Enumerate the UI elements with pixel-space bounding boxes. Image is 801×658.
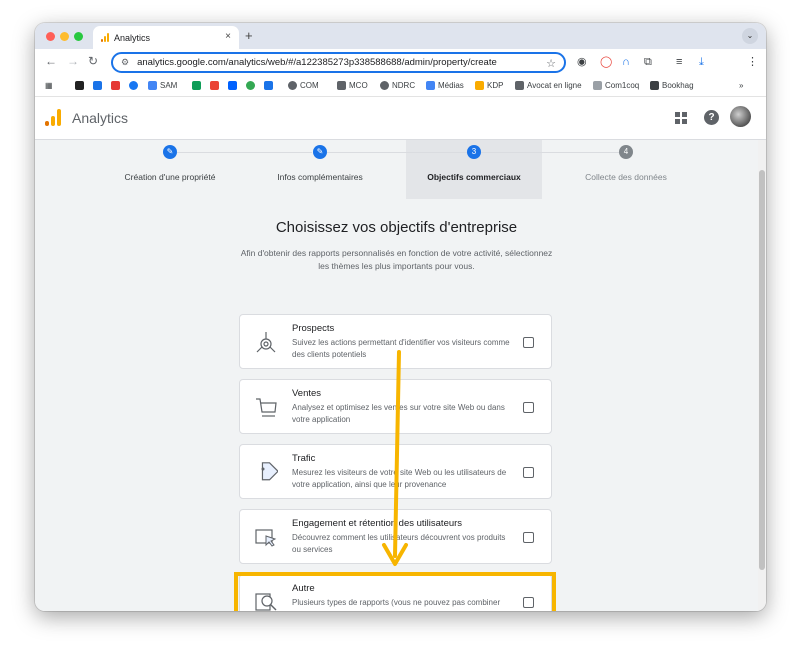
tab-close-icon[interactable]: ×	[225, 31, 231, 42]
minimize-window-button[interactable]	[60, 32, 69, 41]
site-settings-icon[interactable]: ⚙	[121, 57, 129, 68]
bookmark-com1coq[interactable]: Com1coq	[593, 81, 639, 90]
url-text: analytics.google.com/analytics/web/#/a12…	[137, 57, 497, 68]
extension-a-icon[interactable]: ◉	[577, 55, 587, 69]
browser-menu-icon[interactable]: ⋮	[747, 55, 758, 69]
more-bookmarks-icon[interactable]: »	[739, 81, 743, 90]
bookmark-avocat-en-ligne[interactable]: Avocat en ligne	[515, 81, 582, 90]
bookmark-drive-icon[interactable]	[192, 81, 201, 90]
analytics-header: Analytics ?	[35, 97, 766, 140]
tab-search-button[interactable]: ⌄	[742, 28, 758, 44]
content-scrollbar[interactable]	[758, 140, 766, 611]
account-avatar[interactable]	[730, 106, 751, 127]
browser-toolbar: ← → ↻ ⚙ analytics.google.com/analytics/w…	[35, 49, 766, 94]
address-bar[interactable]: ⚙ analytics.google.com/analytics/web/#/a…	[111, 52, 566, 73]
bookmark-facebook-icon[interactable]	[129, 81, 138, 90]
tab-strip: Analytics × + ⌄	[35, 23, 766, 49]
reload-icon[interactable]: ↻	[88, 54, 98, 68]
apps-grid-icon[interactable]	[675, 112, 687, 124]
bookmark-mco[interactable]: MCO	[337, 81, 368, 90]
bookmarks-bar: ▦ SAM COM MCO NDRC Médias KDP Avocat en …	[35, 75, 766, 97]
bookmark-dropbox-icon[interactable]	[228, 81, 237, 90]
bookmark-ndrc[interactable]: NDRC	[380, 81, 415, 90]
bookmark-sam[interactable]: SAM	[148, 81, 177, 90]
bookmark-mail-icon[interactable]	[93, 81, 102, 90]
bookmark-kdp[interactable]: KDP	[475, 81, 503, 90]
extension-arch-icon[interactable]: ∩	[622, 55, 630, 69]
analytics-favicon-icon	[101, 33, 109, 42]
bookmark-bookhag[interactable]: Bookhag	[650, 81, 694, 90]
back-arrow-icon[interactable]: ←	[45, 54, 57, 68]
bookmark-v-icon[interactable]	[264, 81, 273, 90]
zoom-window-button[interactable]	[74, 32, 83, 41]
bookmark-medias[interactable]: Médias	[426, 81, 464, 90]
tab-title: Analytics	[114, 32, 151, 43]
download-icon[interactable]: ⤓	[699, 55, 704, 69]
forward-arrow-icon[interactable]: →	[67, 54, 79, 68]
bookmark-youtube-icon[interactable]	[111, 81, 120, 90]
scrollbar-thumb[interactable]	[759, 170, 765, 570]
close-window-button[interactable]	[46, 32, 55, 41]
bookmark-gmail-icon[interactable]	[210, 81, 219, 90]
main-content: ✎ Création d'une propriété ✎ Infos compl…	[35, 140, 766, 611]
browser-tab[interactable]: Analytics ×	[93, 26, 239, 49]
bookmark-chrome-icon[interactable]	[246, 81, 255, 90]
opera-icon[interactable]: ◯	[600, 55, 612, 69]
extensions-puzzle-icon[interactable]: ⧉	[644, 55, 652, 69]
apps-grid-icon[interactable]: ▦	[45, 81, 53, 90]
bookmark-star-icon[interactable]: ☆	[546, 57, 556, 70]
bookmark-k-icon[interactable]	[75, 81, 84, 90]
browser-window: Analytics × + ⌄ ← → ↻ ⚙ analytics.google…	[35, 23, 766, 611]
app-name: Analytics	[72, 110, 129, 126]
annotation-arrow-icon	[382, 350, 408, 566]
help-icon[interactable]: ?	[704, 110, 719, 125]
bookmark-com[interactable]: COM	[288, 81, 319, 90]
analytics-logo-icon	[45, 109, 61, 126]
new-tab-button[interactable]: +	[245, 28, 253, 43]
reading-list-icon[interactable]: ≡	[676, 55, 682, 69]
